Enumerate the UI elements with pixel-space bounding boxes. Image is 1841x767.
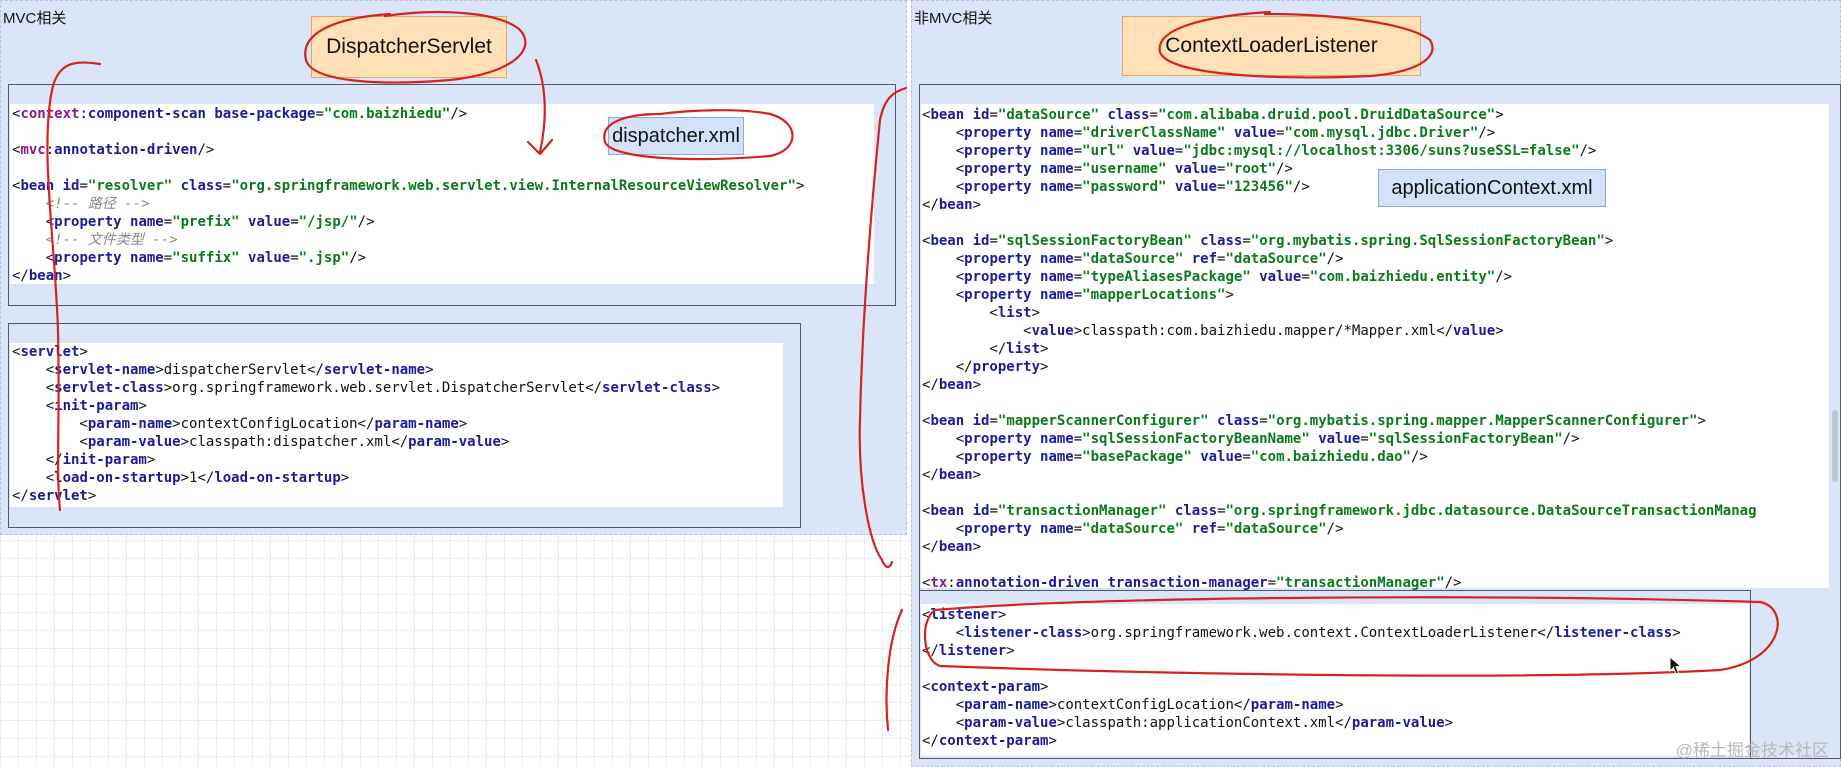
dispatcher-servlet-note[interactable]: DispatcherServlet [311,16,507,78]
application-context-tag[interactable]: applicationContext.xml [1378,169,1606,207]
code-line: </bean> [922,197,982,213]
code-line: <value>classpath:com.baizhiedu.mapper/*M… [922,323,1504,339]
code-line: <property name="password" value="123456"… [922,179,1310,195]
code-line: </bean> [12,268,72,284]
code-line: <property name="mapperLocations"> [922,287,1234,303]
code-line: <servlet-name>dispatcherServlet</servlet… [12,362,434,378]
code-line: <property name="typeAliasesPackage" valu… [922,269,1513,285]
code-line: <property name="prefix" value="/jsp/"/> [12,214,375,230]
code-line: <listener-class>org.springframework.web.… [922,625,1681,641]
dispatcher-xml-tag[interactable]: dispatcher.xml [608,117,744,155]
code-line: <!-- 路径 --> [45,196,150,212]
code-line: <!-- 文件类型 --> [45,232,178,248]
code-line: <context-param> [922,679,1049,695]
code-line: <servlet> [12,344,88,360]
code-line: <init-param> [12,398,147,414]
code-line: <param-name>contextConfigLocation</param… [922,697,1344,713]
code-line: </init-param> [12,452,156,468]
code-line: </list> [922,341,1049,357]
code-line: </bean> [922,467,982,483]
mouse-cursor-icon [1669,656,1683,675]
code-line: </listener> [922,643,1015,659]
code-line: <bean id="resolver" class="org.springfra… [12,178,805,194]
code-line: <property name="basePackage" value="com.… [922,449,1428,465]
code-line: <property name="url" value="jdbc:mysql:/… [922,143,1597,159]
mvc-panel-label: MVC相关 [3,10,67,27]
code-line: <bean id="transactionManager" class="org… [922,503,1757,519]
code-line: <servlet-class>org.springframework.web.s… [12,380,721,396]
code-line: <property name="driverClassName" value="… [922,125,1496,141]
code-line: <load-on-startup>1</load-on-startup> [12,470,350,486]
code-line: <property name="dataSource" ref="dataSou… [922,521,1344,537]
code-line: <bean id="sqlSessionFactoryBean" class="… [922,233,1614,249]
watermark: @稀土掘金技术社区 [1675,741,1829,760]
code-line: <list> [922,305,1041,321]
context-loader-listener-note[interactable]: ContextLoaderListener [1122,16,1421,76]
bracket-context-param [885,608,904,732]
code-line: </property> [922,359,1049,375]
code-line: <listener> [922,607,1007,623]
code-line: </bean> [922,377,982,393]
code-line: </bean> [922,539,982,555]
code-line: </context-param> [922,733,1057,749]
code-line: <property name="sqlSessionFactoryBeanNam… [922,431,1580,447]
servlet-code: <servlet> <servlet-name>dispatcherServle… [12,343,720,505]
code-line: </servlet> [12,488,97,504]
code-line: <property name="username" value="root"/> [922,161,1293,177]
code-line: <bean id="mapperScannerConfigurer" class… [922,413,1706,429]
code-line: <property name="suffix" value=".jsp"/> [12,250,367,266]
code-line: <param-name>contextConfigLocation</param… [12,416,468,432]
code-line: <param-value>classpath:applicationContex… [922,715,1454,731]
code-line: <bean id="dataSource" class="com.alibaba… [922,107,1504,123]
code-line: <param-value>classpath:dispatcher.xml</p… [12,434,510,450]
non-mvc-panel-label: 非MVC相关 [914,10,993,27]
application-context-code: <bean id="dataSource" class="com.alibaba… [922,106,1757,592]
right-scrollbar[interactable] [1832,410,1838,482]
listener-code: <listener> <listener-class>org.springfra… [922,606,1681,750]
code-line: <property name="dataSource" ref="dataSou… [922,251,1344,267]
